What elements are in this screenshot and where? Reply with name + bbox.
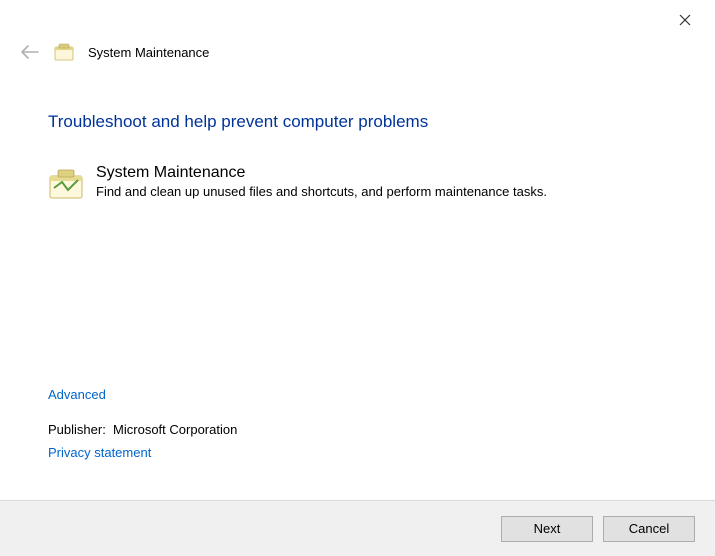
publisher-row: Publisher: Microsoft Corporation	[48, 422, 668, 437]
maintenance-icon	[48, 166, 84, 200]
next-button[interactable]: Next	[501, 516, 593, 542]
content-area: Troubleshoot and help prevent computer p…	[0, 74, 715, 200]
item-title: System Maintenance	[96, 164, 667, 182]
back-button[interactable]	[20, 42, 40, 62]
publisher-value: Microsoft Corporation	[113, 422, 237, 437]
close-button[interactable]	[667, 6, 703, 34]
advanced-link[interactable]: Advanced	[48, 387, 106, 402]
item-description: Find and clean up unused files and short…	[96, 184, 667, 199]
troubleshooter-item: System Maintenance Find and clean up unu…	[48, 164, 667, 200]
wizard-header: System Maintenance	[0, 36, 715, 74]
footer-links: Advanced Publisher: Microsoft Corporatio…	[48, 387, 668, 460]
titlebar	[0, 0, 715, 36]
cancel-button[interactable]: Cancel	[603, 516, 695, 542]
back-arrow-icon	[21, 45, 39, 59]
page-heading: Troubleshoot and help prevent computer p…	[48, 112, 667, 132]
close-icon	[679, 14, 691, 26]
window-title: System Maintenance	[88, 45, 209, 60]
troubleshooter-icon	[54, 43, 74, 61]
button-bar: Next Cancel	[0, 500, 715, 556]
item-text-block: System Maintenance Find and clean up unu…	[96, 164, 667, 199]
publisher-label: Publisher:	[48, 422, 106, 437]
privacy-link[interactable]: Privacy statement	[48, 445, 151, 460]
